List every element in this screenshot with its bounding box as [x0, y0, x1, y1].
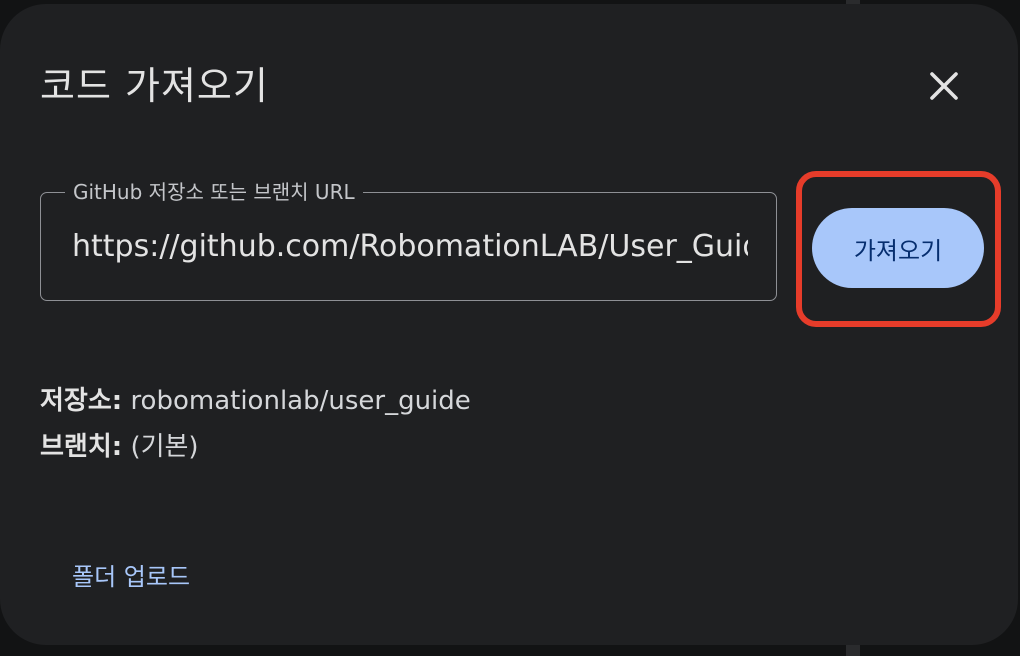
repository-value: robomationlab/user_guide: [130, 386, 471, 416]
repository-info: 저장소: robomationlab/user_guide: [40, 384, 471, 418]
branch-key: 브랜치:: [40, 432, 123, 462]
import-code-dialog: 코드 가져오기 GitHub 저장소 또는 브랜치 URL 가져오기 저장소: …: [0, 4, 1018, 645]
url-field-label: GitHub 저장소 또는 브랜치 URL: [65, 179, 363, 205]
folder-upload-link[interactable]: 폴더 업로드: [72, 560, 190, 594]
branch-value: (기본): [130, 432, 199, 462]
repository-key: 저장소:: [40, 386, 123, 416]
url-field[interactable]: GitHub 저장소 또는 브랜치 URL: [40, 179, 777, 301]
import-button[interactable]: 가져오기: [812, 208, 984, 288]
url-input[interactable]: [72, 223, 748, 271]
close-button[interactable]: [920, 62, 968, 110]
close-icon: [930, 72, 958, 100]
branch-info: 브랜치: (기본): [40, 430, 199, 464]
dialog-title: 코드 가져오기: [40, 64, 269, 108]
